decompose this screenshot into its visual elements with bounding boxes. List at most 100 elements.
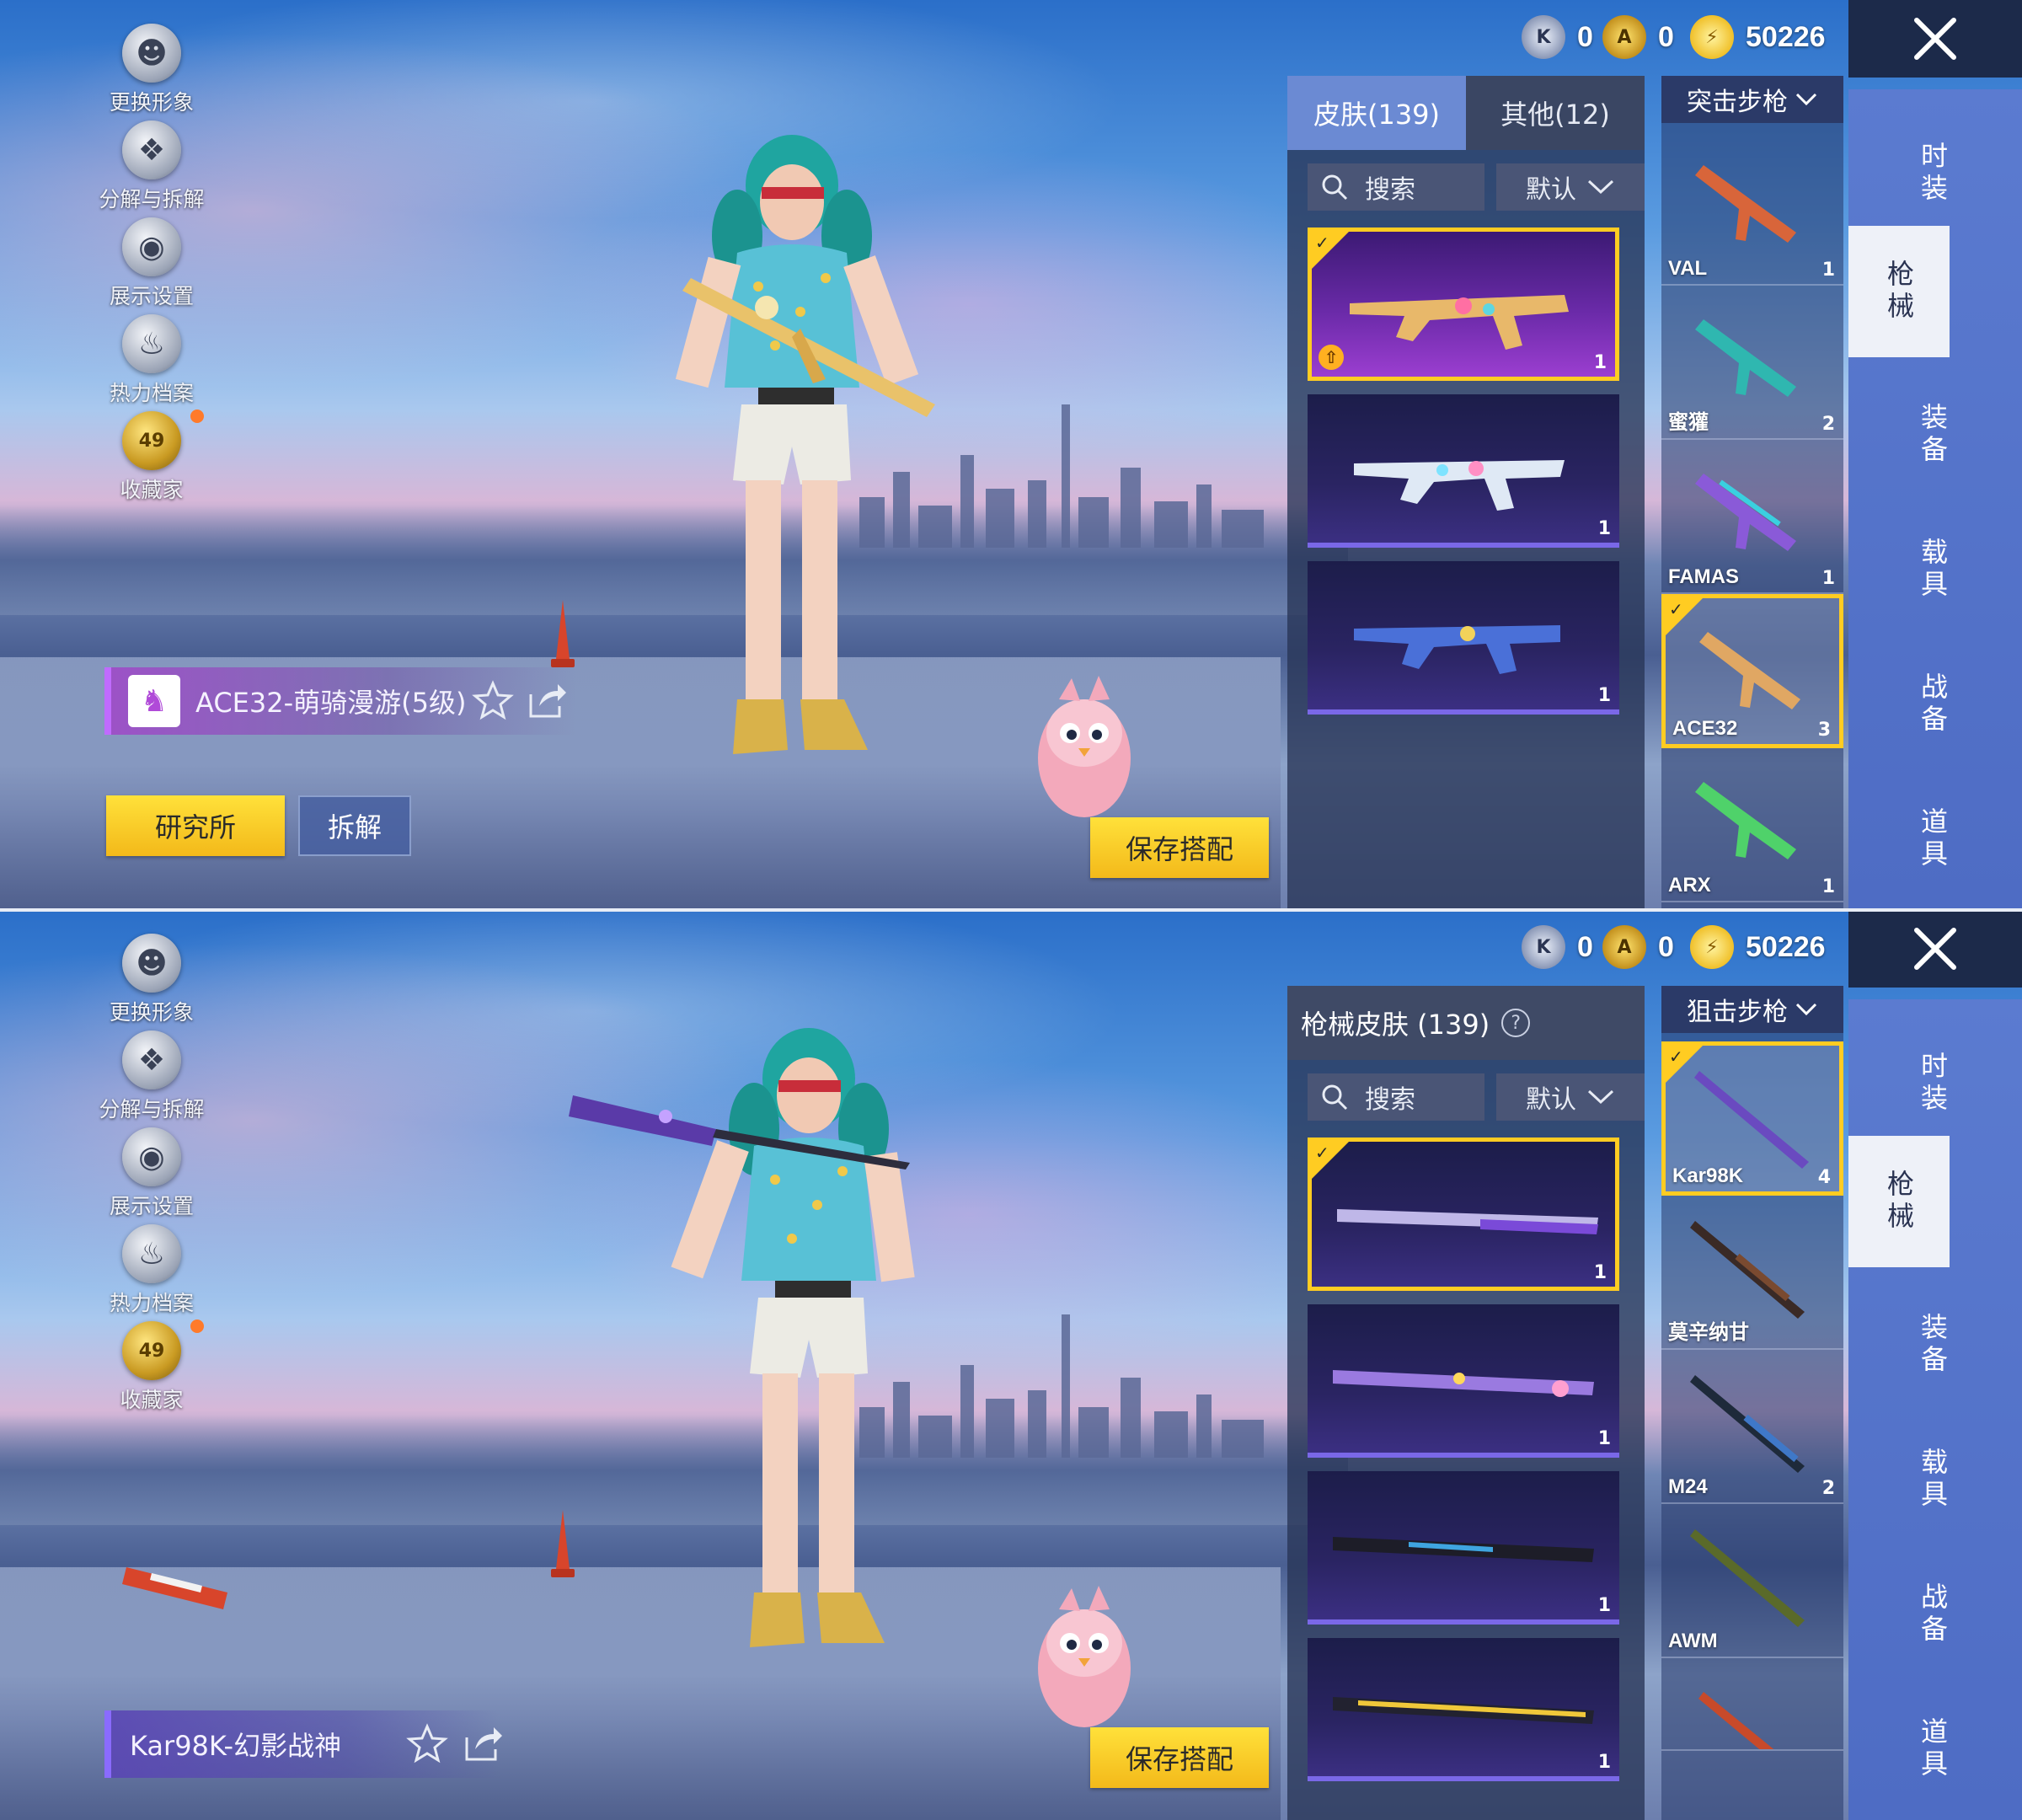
weapon-type-label: 狙击步枪 [1687,998,1788,1027]
favorite-star-icon[interactable] [406,1722,448,1764]
coin-value: 50226 [1746,20,1826,53]
weapon-count: 4 [1817,1167,1831,1188]
skin-count: 1 [1597,685,1611,706]
skin-card[interactable]: 1 [1308,1638,1619,1781]
skin-card[interactable]: 1 [1308,1304,1619,1458]
rifle-skin-icon [1350,295,1569,350]
sort-dropdown[interactable]: 默认 [1496,163,1645,211]
display-settings-label: 展示设置 [109,1194,194,1218]
nav-equipment-label: 装备 [1917,1313,1949,1377]
chevron-down-icon [1587,1089,1614,1105]
weapon-item-famas[interactable]: FAMAS 1 [1661,440,1843,594]
weapon-item-kar98k[interactable]: ✓ Kar98K 4 [1661,1041,1843,1196]
rifle-icon [1695,474,1796,551]
skin-card[interactable]: 1 [1308,394,1619,548]
nav-vehicles[interactable]: 载具 [1882,519,1983,620]
share-icon[interactable] [526,679,568,721]
close-button[interactable] [1848,0,2022,78]
dismantle-button[interactable]: 拆解 [298,795,411,856]
tab-skins[interactable]: 皮肤(139) [1287,76,1466,150]
search-input[interactable]: 搜索 [1308,163,1484,211]
medal-gold-icon: A [1602,15,1646,59]
check-mark-icon: ✓ [1669,1046,1683,1067]
currency-coins: ⚡ 50226 [1690,12,1826,62]
research-button[interactable]: 研究所 [106,795,285,856]
panel-title-text: 枪械皮肤 (139) [1301,1009,1490,1041]
rifle-icon [1695,165,1796,243]
heat-record-button[interactable]: ♨ 热力档案 [84,308,219,405]
close-icon [1914,18,1956,60]
weapon-list: ✓ Kar98K 4 莫辛纳甘 M24 2 AWM [1661,1041,1843,1751]
display-settings-button[interactable]: ◉ 展示设置 [84,1121,219,1218]
nav-battle-prep[interactable]: 战备 [1882,1564,1983,1665]
puzzle-icon: ❖ [122,1030,181,1089]
category-nav: 时装 枪械 装备 载具 战备 道具 [1848,89,2022,910]
sniper-rifle-icon [1690,1529,1805,1627]
search-input[interactable]: 搜索 [1308,1073,1484,1121]
nav-items[interactable]: 道具 [1882,789,1983,890]
close-button[interactable] [1848,910,2022,988]
rifle-icon [1699,632,1800,709]
collector-button[interactable]: 49 收藏家 [84,1314,219,1412]
weapon-item-arx[interactable]: ARX 1 [1661,748,1843,902]
weapon-item-honey-badger[interactable]: 蜜獾 2 [1661,286,1843,440]
close-icon [1914,928,1956,970]
skin-card[interactable]: ✓ ⇧ 1 [1308,228,1619,381]
nav-fashion[interactable]: 时装 [1882,123,1983,224]
nav-battle-prep[interactable]: 战备 [1882,654,1983,755]
skin-card[interactable]: 1 [1308,1471,1619,1625]
change-avatar-button[interactable]: ☻ 更换形象 [84,927,219,1025]
person-icon: ☻ [122,934,181,993]
nav-equipment[interactable]: 装备 [1882,384,1983,485]
decompose-button[interactable]: ❖ 分解与拆解 [84,1024,219,1121]
weapon-type-dropdown[interactable]: 突击步枪 [1661,76,1843,123]
nav-equipment[interactable]: 装备 [1882,1294,1983,1395]
nav-items-label: 道具 [1917,807,1949,871]
weapon-item-mosin[interactable]: 莫辛纳甘 [1661,1196,1843,1350]
nav-fashion[interactable]: 时装 [1882,1033,1983,1134]
change-avatar-label: 更换形象 [109,1000,194,1025]
collector-button[interactable]: 49 收藏家 [84,404,219,502]
medal-silver-icon: K [1522,15,1565,59]
decompose-button[interactable]: ❖ 分解与拆解 [84,114,219,211]
skin-list: ✓ 1 1 1 1 [1308,1138,1619,1795]
character-model [675,135,935,754]
skin-count: 1 [1597,1595,1611,1616]
currency-coins: ⚡ 50226 [1690,922,1826,972]
nav-items[interactable]: 道具 [1882,1699,1983,1800]
nav-vehicles[interactable]: 载具 [1882,1429,1983,1530]
weapon-item-m24[interactable]: M24 2 [1661,1350,1843,1504]
favorite-star-icon[interactable] [472,679,514,721]
change-avatar-button[interactable]: ☻ 更换形象 [84,17,219,115]
sniper-skin-icon [1333,1537,1594,1562]
search-label: 搜索 [1365,175,1415,205]
weapon-item-ace32[interactable]: ✓ ACE32 3 [1661,594,1843,748]
save-loadout-button[interactable]: 保存搭配 [1090,817,1269,878]
heat-record-button[interactable]: ♨ 热力档案 [84,1218,219,1315]
weapon-name: M24 [1668,1475,1708,1498]
weapon-item-val[interactable]: VAL 1 [1661,131,1843,286]
help-icon[interactable]: ? [1501,1009,1531,1037]
currency-gold: A 0 [1602,12,1674,62]
bottom-screenshot: ☻ 更换形象 ❖ 分解与拆解 ◉ 展示设置 ♨ 热力档案 49 收藏家 K 0 … [0,910,2022,1820]
skin-card[interactable]: 1 [1308,561,1619,715]
kar98k-rifle-model [569,1095,910,1170]
skin-card[interactable]: ✓ 1 [1308,1138,1619,1291]
skin-count: 1 [1597,1428,1611,1449]
weapon-type-dropdown[interactable]: 狙击步枪 [1661,986,1843,1033]
pet-companion [1038,676,1131,817]
weapon-name: ARX [1668,874,1711,897]
share-icon[interactable] [462,1722,504,1764]
weapon-count: 1 [1821,260,1835,281]
nav-weapons[interactable]: 枪械 [1848,1136,1950,1267]
weapon-item-awm[interactable]: AWM [1661,1504,1843,1658]
skin-name: ACE32-萌骑漫游(5级) [195,687,467,719]
save-loadout-button[interactable]: 保存搭配 [1090,1727,1269,1788]
tab-others[interactable]: 其他(12) [1466,76,1645,150]
chevron-down-icon [1795,93,1817,106]
weapon-item-partial[interactable] [1661,1658,1843,1751]
eye-icon: ◉ [122,217,181,276]
display-settings-button[interactable]: ◉ 展示设置 [84,211,219,308]
sort-dropdown[interactable]: 默认 [1496,1073,1645,1121]
nav-weapons[interactable]: 枪械 [1848,226,1950,357]
